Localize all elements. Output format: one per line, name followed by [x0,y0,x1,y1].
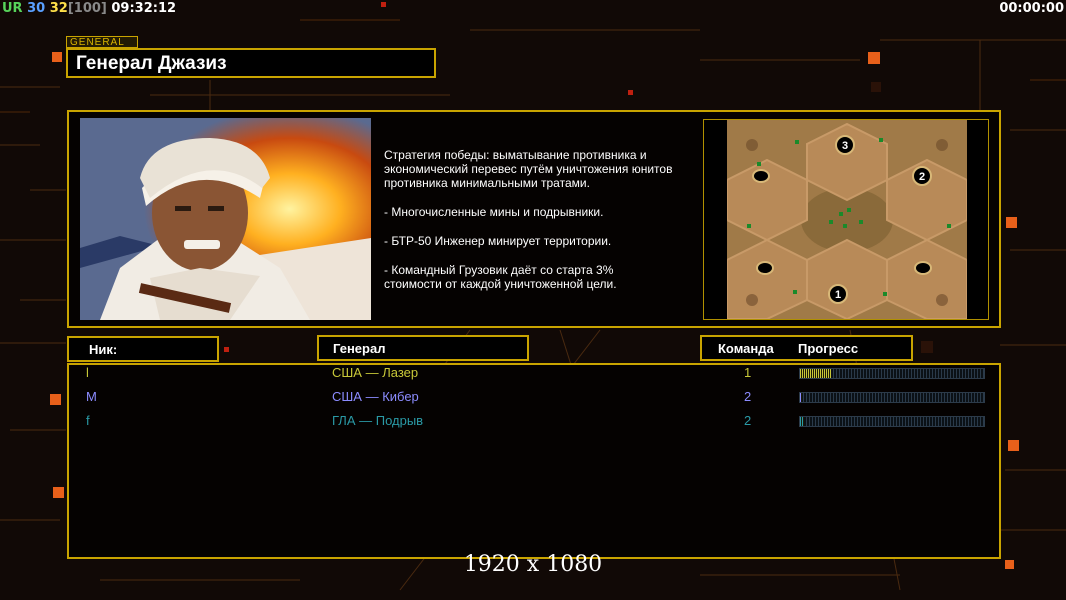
player-progress-fill [800,417,804,426]
player-progress-bar [799,392,985,403]
strategy-point-engineer: - БТР-50 Инженер минирует территории. [384,234,612,248]
col-team-label: Команда [718,341,774,356]
player-team: 2 [744,413,752,428]
player-row: M США — Кибер 2 [0,387,1066,409]
strategy-point-truck: - Командный Грузовик даёт со старта 3% с… [384,263,617,291]
strategy-summary: Стратегия победы: выматывание противника… [384,148,673,190]
general-portrait [80,118,371,320]
general-tag: GENERAL [66,36,138,48]
general-name: Генерал Джазиз [76,53,227,74]
col-header-team-progress: Команда Прогресс [700,335,913,361]
ur-label: UR [2,1,23,16]
top-status-bar: UR 30 32[100] 09:32:12 [2,1,176,16]
player-general: США — Кибер [332,389,419,404]
player-progress-bar [799,368,985,379]
resolution-label: 1920 x 1080 [463,552,603,577]
general-title-box: Генерал Джазиз [66,48,436,78]
col-general-label: Генерал [333,341,386,356]
stat-bracket: [100] [67,1,107,16]
player-progress-fill [800,393,802,402]
col-header-general: Генерал [317,335,529,361]
player-general: ГЛА — Подрыв [332,413,424,428]
stat-value-1: 30 [27,1,46,16]
player-team: 1 [744,365,752,380]
stat-value-2: 32 [49,1,68,16]
player-nick: f [86,413,90,428]
map-preview: 3 2 1 [727,120,967,319]
system-clock: 09:32:12 [111,1,177,16]
strategy-point-mines: - Многочисленные мины и подрывники. [384,205,604,219]
spawn-3-label: 3 [842,140,848,152]
spawn-1-label: 1 [835,289,841,301]
player-row: f ГЛА — Подрыв 2 [0,411,1066,433]
player-nick: l [86,365,89,380]
player-progress-fill [800,369,832,378]
player-team: 2 [744,389,752,404]
strategy-text: Стратегия победы: выматывание противника… [384,148,704,306]
player-row: l США — Лазер 1 [0,363,1066,385]
col-progress-label: Прогресс [798,341,859,356]
player-general: США — Лазер [332,365,419,380]
elapsed-timer: 00:00:00 [999,1,1064,16]
spawn-2-label: 2 [919,171,925,183]
player-progress-bar [799,416,985,427]
player-nick: M [86,389,97,404]
col-header-nick: Ник: [67,336,219,362]
col-nick-label: Ник: [89,342,118,357]
